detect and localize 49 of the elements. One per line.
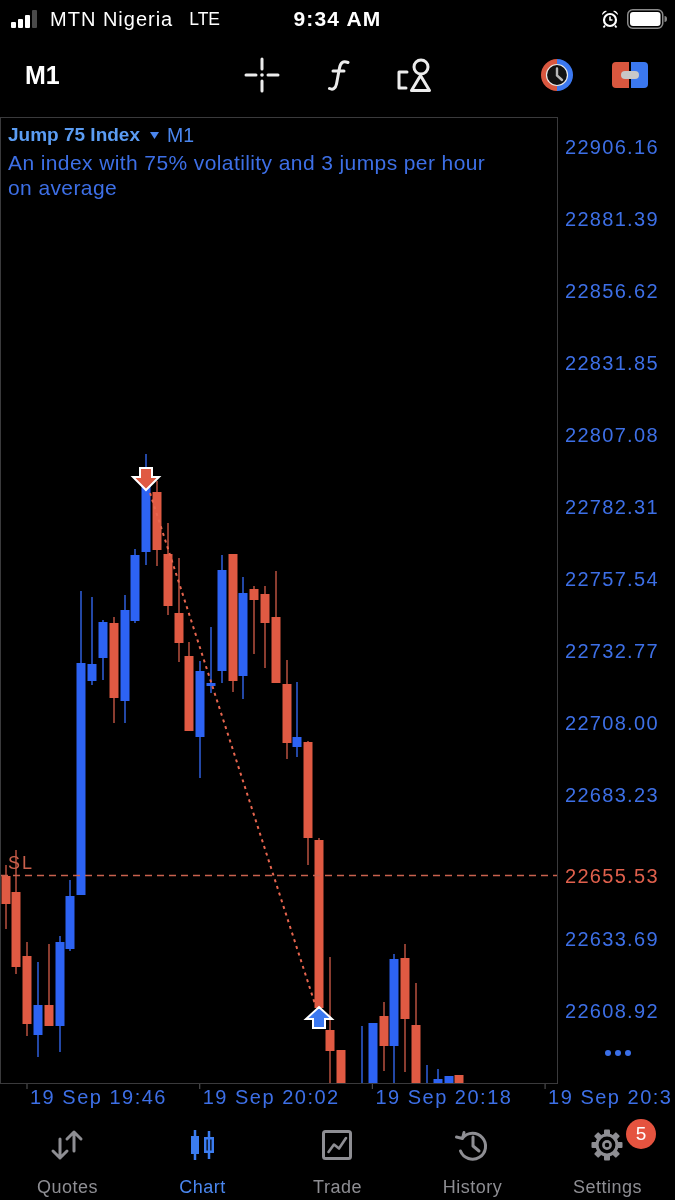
tab[interactable]: Chart [179, 1110, 226, 1197]
price-label: 22683.23 [565, 784, 659, 806]
timeframe-button[interactable]: M1 [25, 60, 60, 90]
axis-tick [26, 1084, 28, 1090]
candlestick [426, 1064, 428, 1083]
time-label: 19 Sep 20:02 [202, 1085, 340, 1109]
axis-tick [199, 1084, 201, 1090]
axis-tick [544, 1084, 546, 1090]
price-label: 22906.16 [565, 136, 659, 158]
more-icon[interactable] [605, 1050, 631, 1056]
carrier-name: MTN Nigeria [50, 7, 174, 31]
clock-icon[interactable] [541, 59, 573, 91]
crosshair-icon[interactable] [244, 57, 280, 93]
battery-icon [627, 9, 667, 29]
shapes-icon[interactable] [396, 57, 432, 93]
stop-loss-price-label: 22655.53 [565, 864, 659, 887]
axis-tick [371, 1084, 373, 1090]
tab[interactable]: Quotes [36, 1110, 98, 1197]
settings-icon [589, 1127, 626, 1163]
up-arrow-icon [303, 1005, 335, 1029]
tab[interactable]: History [442, 1110, 503, 1197]
down-arrow-icon [130, 467, 162, 492]
toggle-icon[interactable] [612, 62, 648, 88]
time-label: 19 Sep 20:3 [548, 1085, 673, 1109]
function-icon[interactable] [327, 59, 351, 91]
symbol-name[interactable]: Jump 75 Index [8, 124, 140, 146]
candlestick [368, 1022, 378, 1083]
network-type: LTE [189, 8, 221, 30]
timeframe-label: M1 [167, 123, 195, 147]
alarm-clock-icon [601, 10, 619, 28]
symbol-description: An index with 75% volatility and 3 jumps per hour on average [8, 150, 487, 200]
price-label: 22633.69 [565, 928, 659, 950]
price-label: 22732.77 [565, 640, 659, 662]
time-label: 19 Sep 20:18 [375, 1085, 513, 1109]
price-label: 22782.31 [565, 496, 659, 518]
notification-badge: 5 [626, 1119, 656, 1149]
signal-icon [11, 10, 39, 28]
time-label: 19 Sep 19:46 [30, 1085, 167, 1109]
price-label: 22757.54 [565, 568, 659, 590]
tab[interactable]: Trade [313, 1110, 362, 1197]
price-label: 22881.39 [565, 208, 659, 230]
price-label: 22608.92 [565, 1000, 659, 1022]
price-label: 22831.85 [565, 352, 659, 374]
price-label: 22856.62 [565, 280, 659, 302]
clock-time: 9:34 AM [293, 7, 382, 30]
caret-icon[interactable] [150, 131, 159, 139]
price-label: 22807.08 [565, 424, 659, 446]
candlestick [361, 1025, 363, 1083]
price-label: 22708.00 [565, 712, 659, 734]
